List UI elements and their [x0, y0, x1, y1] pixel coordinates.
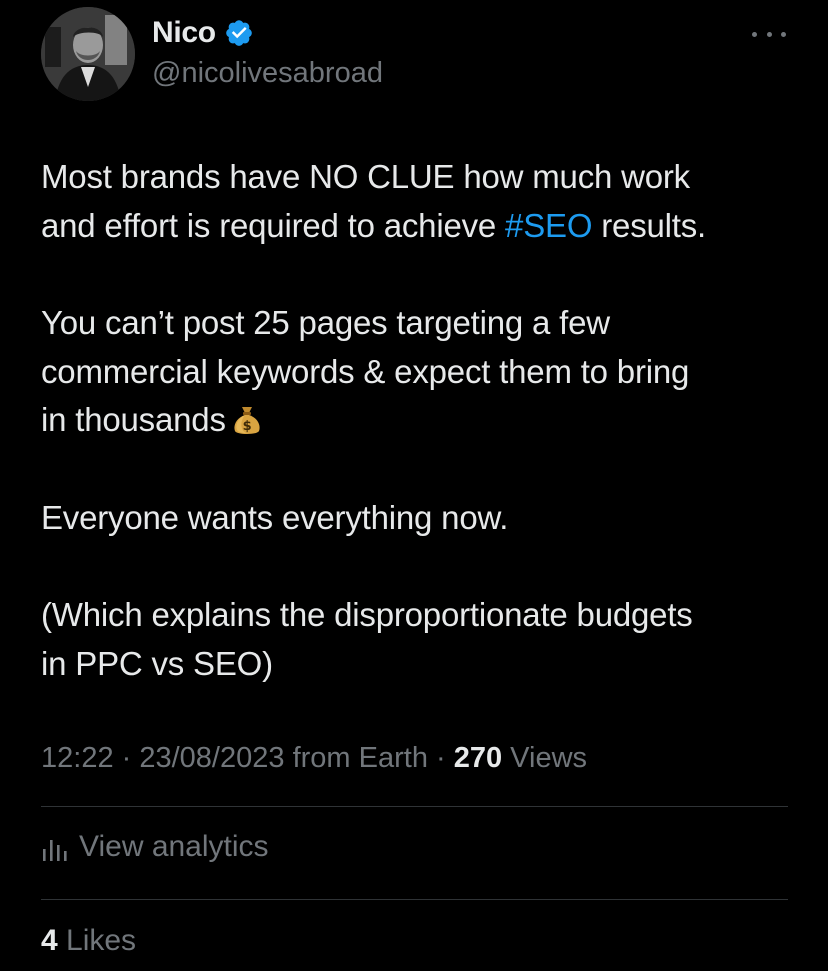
- money-bag-icon: $: [234, 407, 260, 434]
- tweet-text-line: commercial keywords & expect them to bri…: [41, 352, 690, 390]
- avatar[interactable]: [41, 7, 135, 101]
- tweet-text-line: and effort is required to achieve: [41, 206, 506, 244]
- tweet-text-segment: results.: [592, 206, 707, 244]
- tweet-metadata: 12:22 · 23/08/2023 from Earth · 270 View…: [41, 742, 587, 775]
- tweet-text-line: You can’t post 25 pages targeting a few: [41, 304, 610, 341]
- author-display-name[interactable]: Nico: [152, 16, 216, 50]
- views-count: 270: [453, 742, 503, 774]
- tweet-time[interactable]: 12:22: [41, 742, 114, 774]
- tweet-date[interactable]: 23/08/2023: [139, 742, 284, 774]
- hashtag-link[interactable]: #SEO: [505, 207, 592, 244]
- tweet-paragraph: (Which explains the disproportionate bud…: [41, 591, 811, 688]
- tweet-paragraph: Most brands have NO CLUE how much work a…: [41, 153, 811, 250]
- verified-badge-icon: [226, 20, 252, 46]
- tweet-source: from Earth: [284, 742, 428, 774]
- view-analytics-button[interactable]: View analytics: [41, 830, 269, 864]
- view-analytics-label: View analytics: [79, 830, 269, 863]
- tweet-text-line: (Which explains the disproportionate bud…: [41, 596, 693, 633]
- tweet-text-line: in thousands: [41, 401, 226, 438]
- likes-count: 4: [41, 924, 58, 957]
- author-name-row[interactable]: Nico: [152, 16, 254, 50]
- avatar-image: [41, 7, 135, 101]
- tweet-paragraph: You can’t post 25 pages targeting a few …: [41, 299, 811, 445]
- author-handle[interactable]: @nicolivesabroad: [152, 57, 383, 90]
- likes-label: Likes: [57, 924, 137, 957]
- divider: [41, 806, 788, 807]
- meta-separator: ·: [427, 742, 454, 774]
- bar-chart-icon: [43, 840, 67, 861]
- tweet-text-line: in PPC vs SEO): [41, 644, 273, 682]
- likes-link[interactable]: 4 Likes: [41, 924, 136, 958]
- divider: [41, 899, 788, 900]
- tweet-text-line: Everyone wants everything now.: [41, 498, 509, 536]
- tweet-paragraph: Everyone wants everything now.: [41, 494, 811, 543]
- tweet-text-line: Most brands have NO CLUE how much work: [41, 158, 690, 195]
- views-label: Views: [502, 742, 588, 774]
- svg-text:$: $: [242, 419, 251, 434]
- more-options-icon[interactable]: [752, 24, 786, 44]
- meta-separator: ·: [113, 742, 140, 774]
- tweet-text: Most brands have NO CLUE how much work a…: [41, 153, 811, 688]
